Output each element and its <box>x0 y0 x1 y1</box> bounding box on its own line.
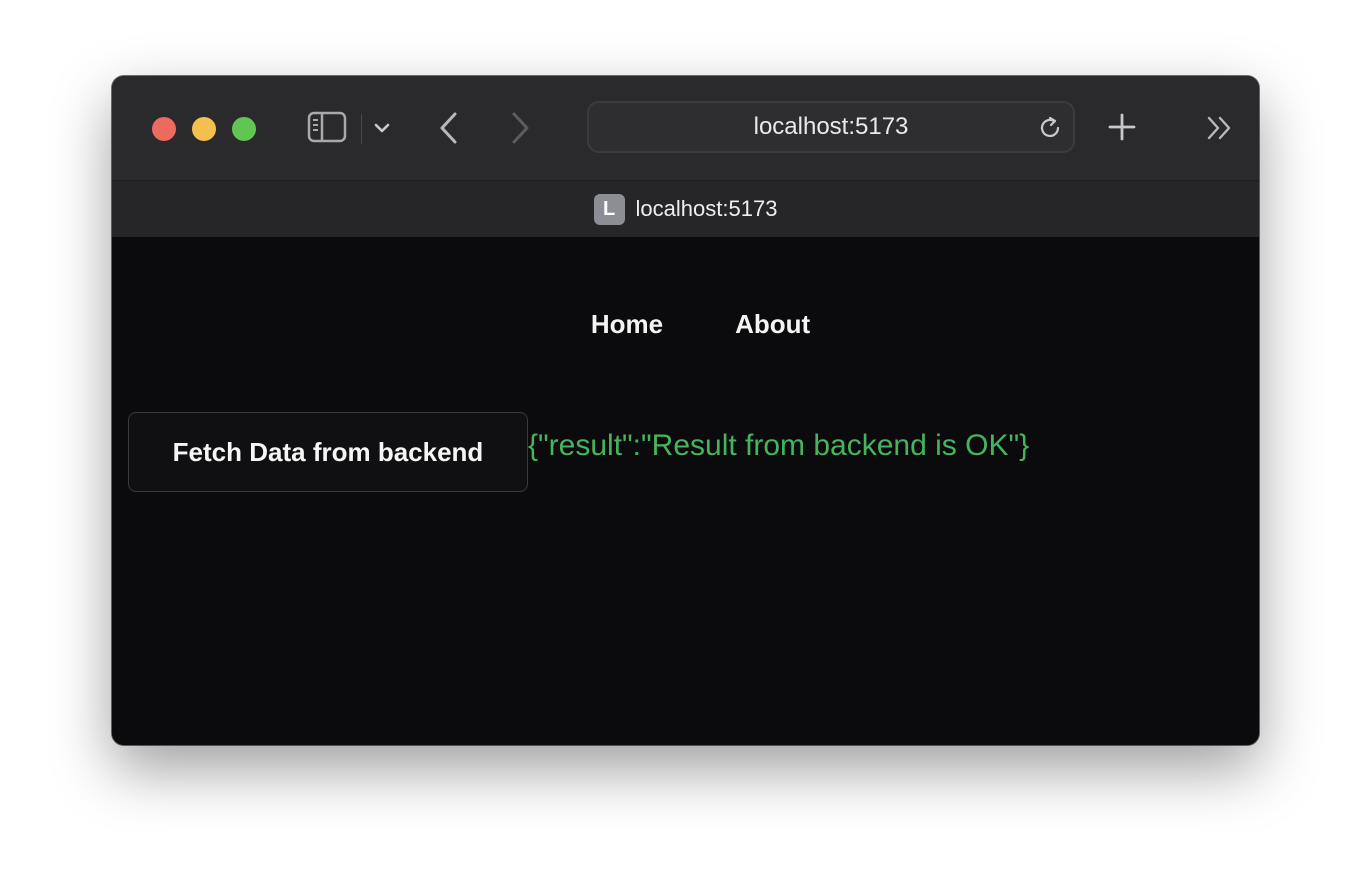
nav-link-about[interactable]: About <box>735 309 810 340</box>
toolbar-divider <box>361 114 362 144</box>
sidebar-icon <box>307 111 347 143</box>
minimize-window-button[interactable] <box>192 117 216 141</box>
more-tabs-button[interactable] <box>1205 114 1235 142</box>
favicon: L <box>593 193 625 225</box>
nav-link-home[interactable]: Home <box>591 309 663 340</box>
main-nav: Home About <box>112 309 1259 340</box>
tab-title: localhost:5173 <box>635 196 778 221</box>
browser-window: localhost:5173 L localhost:5173 Home Abo… <box>112 76 1259 745</box>
chevron-left-icon <box>440 112 457 144</box>
fetch-data-button[interactable]: Fetch Data from backend <box>128 412 528 492</box>
chevron-right-icon <box>512 112 529 144</box>
new-tab-button[interactable] <box>1106 111 1138 143</box>
chevron-down-icon <box>374 123 390 133</box>
address-text: localhost:5173 <box>753 113 909 140</box>
zoom-window-button[interactable] <box>232 117 256 141</box>
page-content: Home About Fetch Data from backend {"res… <box>112 237 1259 745</box>
address-bar[interactable]: localhost:5173 <box>587 101 1075 153</box>
forward-button[interactable] <box>505 110 535 146</box>
browser-toolbar: localhost:5173 <box>112 76 1259 180</box>
sidebar-toggle-button[interactable] <box>306 110 348 144</box>
back-button[interactable] <box>434 110 464 146</box>
double-chevron-right-icon <box>1207 116 1231 140</box>
close-window-button[interactable] <box>152 117 176 141</box>
tab-group-menu-button[interactable] <box>370 116 394 140</box>
reload-button[interactable] <box>1037 115 1063 141</box>
plus-icon <box>1108 113 1136 141</box>
result-output: {"result":"Result from backend is OK"} <box>528 429 1030 462</box>
tab-bar: L localhost:5173 <box>112 180 1259 237</box>
reload-icon <box>1040 116 1060 137</box>
tab-active[interactable]: L localhost:5173 <box>112 181 1259 237</box>
